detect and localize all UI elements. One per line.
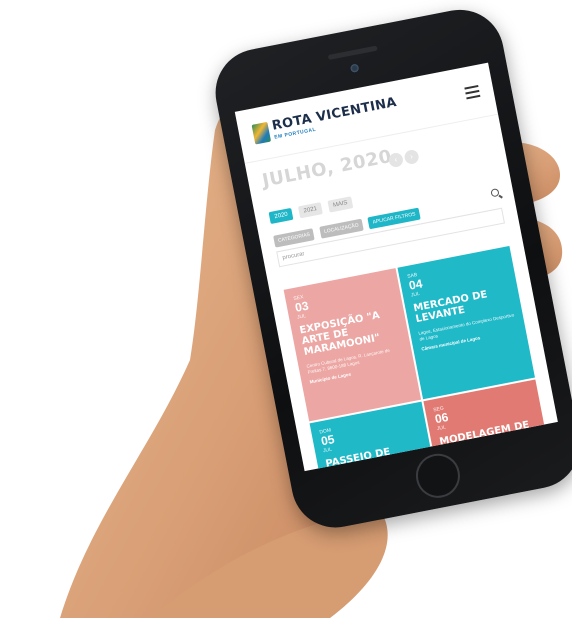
event-card[interactable]: SAB 04 JUL MERCADO DE LEVANTE Lagos, Est… [397, 245, 535, 400]
camera-icon [349, 63, 360, 73]
chevron-right-icon[interactable]: › [403, 148, 420, 166]
logo-title[interactable]: ROTA VICENTINA [271, 95, 398, 134]
logo-icon[interactable] [251, 121, 272, 145]
home-button[interactable] [412, 450, 464, 502]
chevron-left-icon[interactable]: ‹ [387, 151, 405, 169]
search-icon[interactable] [490, 188, 500, 198]
phone-screen: ROTA VICENTINA EM PORTUGAL JULHO, 2020 ‹… [234, 62, 558, 472]
phone-speaker [327, 45, 378, 61]
hamburger-menu-icon[interactable] [464, 84, 481, 102]
month-nav: ‹ › [387, 144, 422, 169]
event-organizer: Mayo Fernandes Baroque [447, 461, 544, 471]
event-card[interactable]: SEX 03 JUL EXPOSIÇÃO "A ARTE DE MARAMOON… [283, 268, 422, 422]
photo-stage: ROTA VICENTINA EM PORTUGAL JULHO, 2020 ‹… [0, 0, 572, 618]
events-grid: SEX 03 JUL EXPOSIÇÃO "A ARTE DE MARAMOON… [283, 245, 558, 472]
